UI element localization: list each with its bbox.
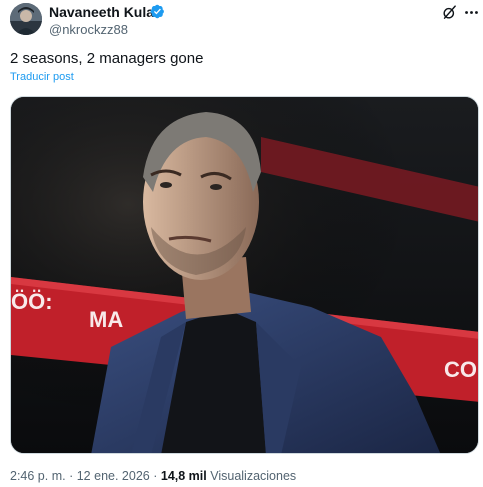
translate-post-link[interactable]: Traducir post: [10, 70, 74, 84]
tweet-time[interactable]: 2:46 p. m.: [10, 469, 66, 483]
svg-text:CO: CO: [444, 357, 477, 382]
views-count: 14,8 mil: [160, 469, 207, 483]
author-avatar[interactable]: [10, 3, 42, 35]
more-options-icon[interactable]: [463, 4, 480, 21]
svg-text:ÖÖ:: ÖÖ:: [11, 289, 53, 314]
svg-text:MA: MA: [89, 307, 123, 332]
tweet: Navaneeth Kulal @nkrockzz88 2 seasons, 2…: [0, 0, 483, 487]
meta-separator: ·: [153, 469, 158, 483]
grok-icon[interactable]: [441, 4, 458, 21]
tweet-date[interactable]: 12 ene. 2026: [77, 469, 150, 483]
author-handle[interactable]: @nkrockzz88: [49, 22, 128, 37]
views-label: Visualizaciones: [210, 469, 297, 483]
author-display-name[interactable]: Navaneeth Kulal: [49, 4, 158, 20]
verified-badge-icon: [150, 4, 165, 19]
tweet-media-photo[interactable]: ÖÖ: MA CO: [10, 96, 479, 454]
meta-separator: ·: [69, 469, 74, 483]
tweet-text: 2 seasons, 2 managers gone: [10, 50, 204, 67]
tweet-meta: 2:46 p. m. · 12 ene. 2026 · 14,8 mil Vis…: [10, 469, 296, 484]
